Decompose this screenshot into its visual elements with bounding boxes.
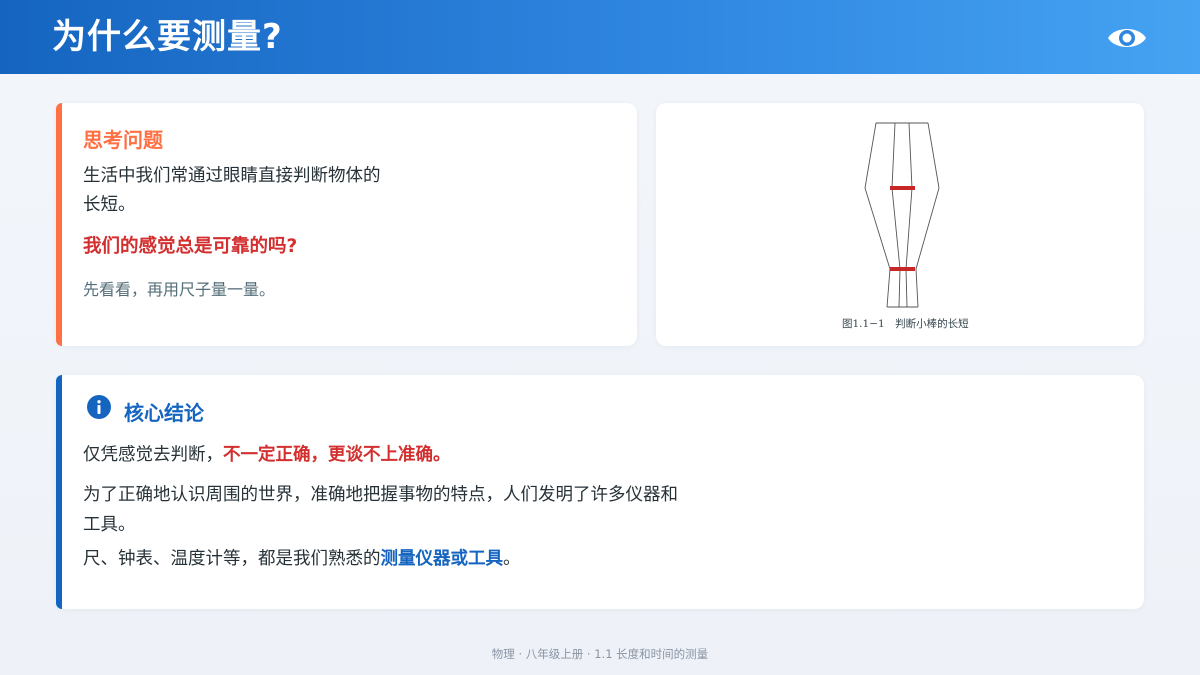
conclusion-line-2: 为了正确地认识周围的世界，准确地把握事物的特点，人们发明了许多仪器和工具。 [83,485,678,535]
think-question: 我们的感觉总是可靠的吗? [83,236,298,257]
line1-prefix: 仅凭感觉去判断， [83,445,223,465]
line3-emphasis: 测量仪器或工具 [380,549,504,569]
think-heading: 思考问题 [83,128,163,152]
eye-icon[interactable] [1106,22,1148,54]
footer-text: 物理 · 八年级上册 · 1.1 长度和时间的测量 [491,647,709,661]
lower-stick [890,267,915,271]
stick-illusion-figure [864,122,940,308]
conclusion-accent-bar [56,375,62,609]
think-hint: 先看看，再用尺子量一量。 [83,280,276,299]
line1-emphasis: 不一定正确，更谈不上准确。 [223,445,451,465]
figure-card: 图1.1−1 判断小棒的长短 [656,103,1144,346]
line3-prefix: 尺、钟表、温度计等，都是我们熟悉的 [83,549,381,569]
think-accent-bar [56,103,62,346]
page-title: 为什么要测量? [52,17,283,57]
think-text: 生活中我们常通过眼睛直接判断物体的长短。 [83,166,381,215]
conclusion-line-1: 仅凭感觉去判断，不一定正确，更谈不上准确。 [83,441,451,466]
info-icon [87,395,111,419]
upper-stick [890,186,915,190]
line3-suffix: 。 [503,549,521,569]
figure-caption: 图1.1−1 判断小棒的长短 [842,318,969,330]
conclusion-heading: 核心结论 [124,401,204,425]
conclusion-line-3: 尺、钟表、温度计等，都是我们熟悉的测量仪器或工具。 [83,545,521,570]
conclusion-card: 核心结论 仅凭感觉去判断，不一定正确，更谈不上准确。 为了正确地认识周围的世界，… [56,375,1144,609]
header-bar: 为什么要测量? [0,0,1200,74]
think-card: 思考问题 生活中我们常通过眼睛直接判断物体的长短。 我们的感觉总是可靠的吗? 先… [56,103,637,346]
